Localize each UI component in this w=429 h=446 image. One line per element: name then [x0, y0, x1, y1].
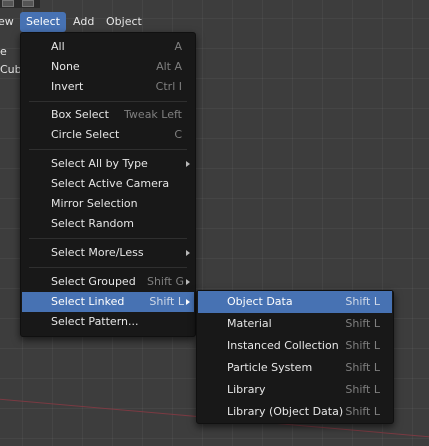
select-menu: All A None Alt A Invert Ctrl I Box Selec…	[20, 32, 196, 337]
menu-item-shortcut: A	[174, 40, 182, 53]
menu-item-label: Library (Object Data)	[227, 405, 344, 418]
menu-item-label: Box Select	[51, 108, 109, 121]
add-menu-button[interactable]: Add	[67, 12, 100, 32]
menu-item-all[interactable]: All A	[22, 37, 194, 57]
outliner-fragment: Cub	[0, 63, 22, 76]
menu-item-shortcut: Shift L	[345, 295, 380, 308]
submenu-arrow-icon	[186, 161, 190, 167]
menu-item-label: Select Grouped	[51, 275, 136, 288]
menu-item-shortcut: Shift G	[146, 275, 184, 288]
menu-item-shortcut: C	[174, 128, 182, 141]
submenu-item-material[interactable]: Material Shift L	[198, 313, 392, 335]
menu-item-shortcut: Shift L	[345, 339, 380, 352]
menu-separator	[29, 238, 187, 239]
menu-item-label: Select More/Less	[51, 246, 144, 259]
menu-item-shortcut: Ctrl I	[155, 80, 182, 93]
submenu-arrow-icon	[186, 299, 190, 305]
outliner-fragment: e	[0, 45, 7, 58]
submenu-item-particle-system[interactable]: Particle System Shift L	[198, 357, 392, 379]
menu-item-shortcut: Shift L	[345, 361, 380, 374]
viewport-header: ew Select Add Object	[0, 11, 429, 33]
menu-item-label: Select Active Camera	[51, 177, 170, 190]
menu-item-none[interactable]: None Alt A	[22, 57, 194, 77]
submenu-item-library[interactable]: Library Shift L	[198, 379, 392, 401]
menu-separator	[29, 149, 187, 150]
menu-item-label: Mirror Selection	[51, 197, 138, 210]
menu-item-label: Select All by Type	[51, 157, 148, 170]
submenu-item-object-data[interactable]: Object Data Shift L	[198, 291, 392, 313]
menu-item-shortcut: Tweak Left	[124, 108, 182, 121]
menu-item-select-all-by-type[interactable]: Select All by Type	[22, 154, 194, 174]
menu-item-label: All	[51, 40, 65, 53]
submenu-item-library-object-data[interactable]: Library (Object Data) Shift L	[198, 401, 392, 423]
menu-item-shortcut: Shift L	[149, 295, 184, 308]
menu-item-label: Material	[227, 317, 272, 330]
submenu-arrow-icon	[186, 279, 190, 285]
menu-item-label: Select Pattern...	[51, 315, 139, 328]
select-menu-button[interactable]: Select	[20, 12, 66, 32]
menu-item-label: Select Random	[51, 217, 134, 230]
select-mode-icon[interactable]	[22, 0, 34, 7]
menu-item-label: Circle Select	[51, 128, 120, 141]
menu-item-label: Library	[227, 383, 266, 396]
menu-item-shortcut: Shift L	[345, 383, 380, 396]
menu-item-circle-select[interactable]: Circle Select C	[22, 125, 194, 145]
menu-item-select-pattern[interactable]: Select Pattern...	[22, 312, 194, 332]
menu-item-select-grouped[interactable]: Select Grouped Shift G	[22, 272, 194, 292]
submenu-item-instanced-collection[interactable]: Instanced Collection Shift L	[198, 335, 392, 357]
menu-item-label: Object Data	[227, 295, 293, 308]
object-menu-button[interactable]: Object	[100, 12, 148, 32]
menu-item-shortcut: Alt A	[156, 60, 182, 73]
menu-separator	[29, 267, 187, 268]
menu-separator	[29, 101, 187, 102]
menu-item-select-random[interactable]: Select Random	[22, 214, 194, 234]
menu-item-select-more-less[interactable]: Select More/Less	[22, 243, 194, 263]
mode-icon[interactable]	[2, 0, 14, 7]
menu-item-label: Instanced Collection	[227, 339, 339, 352]
menu-item-invert[interactable]: Invert Ctrl I	[22, 77, 194, 97]
menu-item-label: Particle System	[227, 361, 313, 374]
view-menu-button[interactable]: ew	[0, 12, 20, 32]
select-linked-submenu: Object Data Shift L Material Shift L Ins…	[196, 290, 394, 424]
tool-strip	[0, 0, 40, 8]
menu-item-label: Select Linked	[51, 295, 125, 308]
menu-item-shortcut: Shift L	[345, 317, 380, 330]
menu-item-shortcut: Shift L	[345, 405, 380, 418]
menu-item-select-linked[interactable]: Select Linked Shift L	[22, 292, 194, 312]
menu-item-label: None	[51, 60, 80, 73]
menu-item-select-active-camera[interactable]: Select Active Camera	[22, 174, 194, 194]
menu-item-label: Invert	[51, 80, 84, 93]
menu-item-mirror-selection[interactable]: Mirror Selection	[22, 194, 194, 214]
menu-item-box-select[interactable]: Box Select Tweak Left	[22, 105, 194, 125]
submenu-arrow-icon	[186, 250, 190, 256]
